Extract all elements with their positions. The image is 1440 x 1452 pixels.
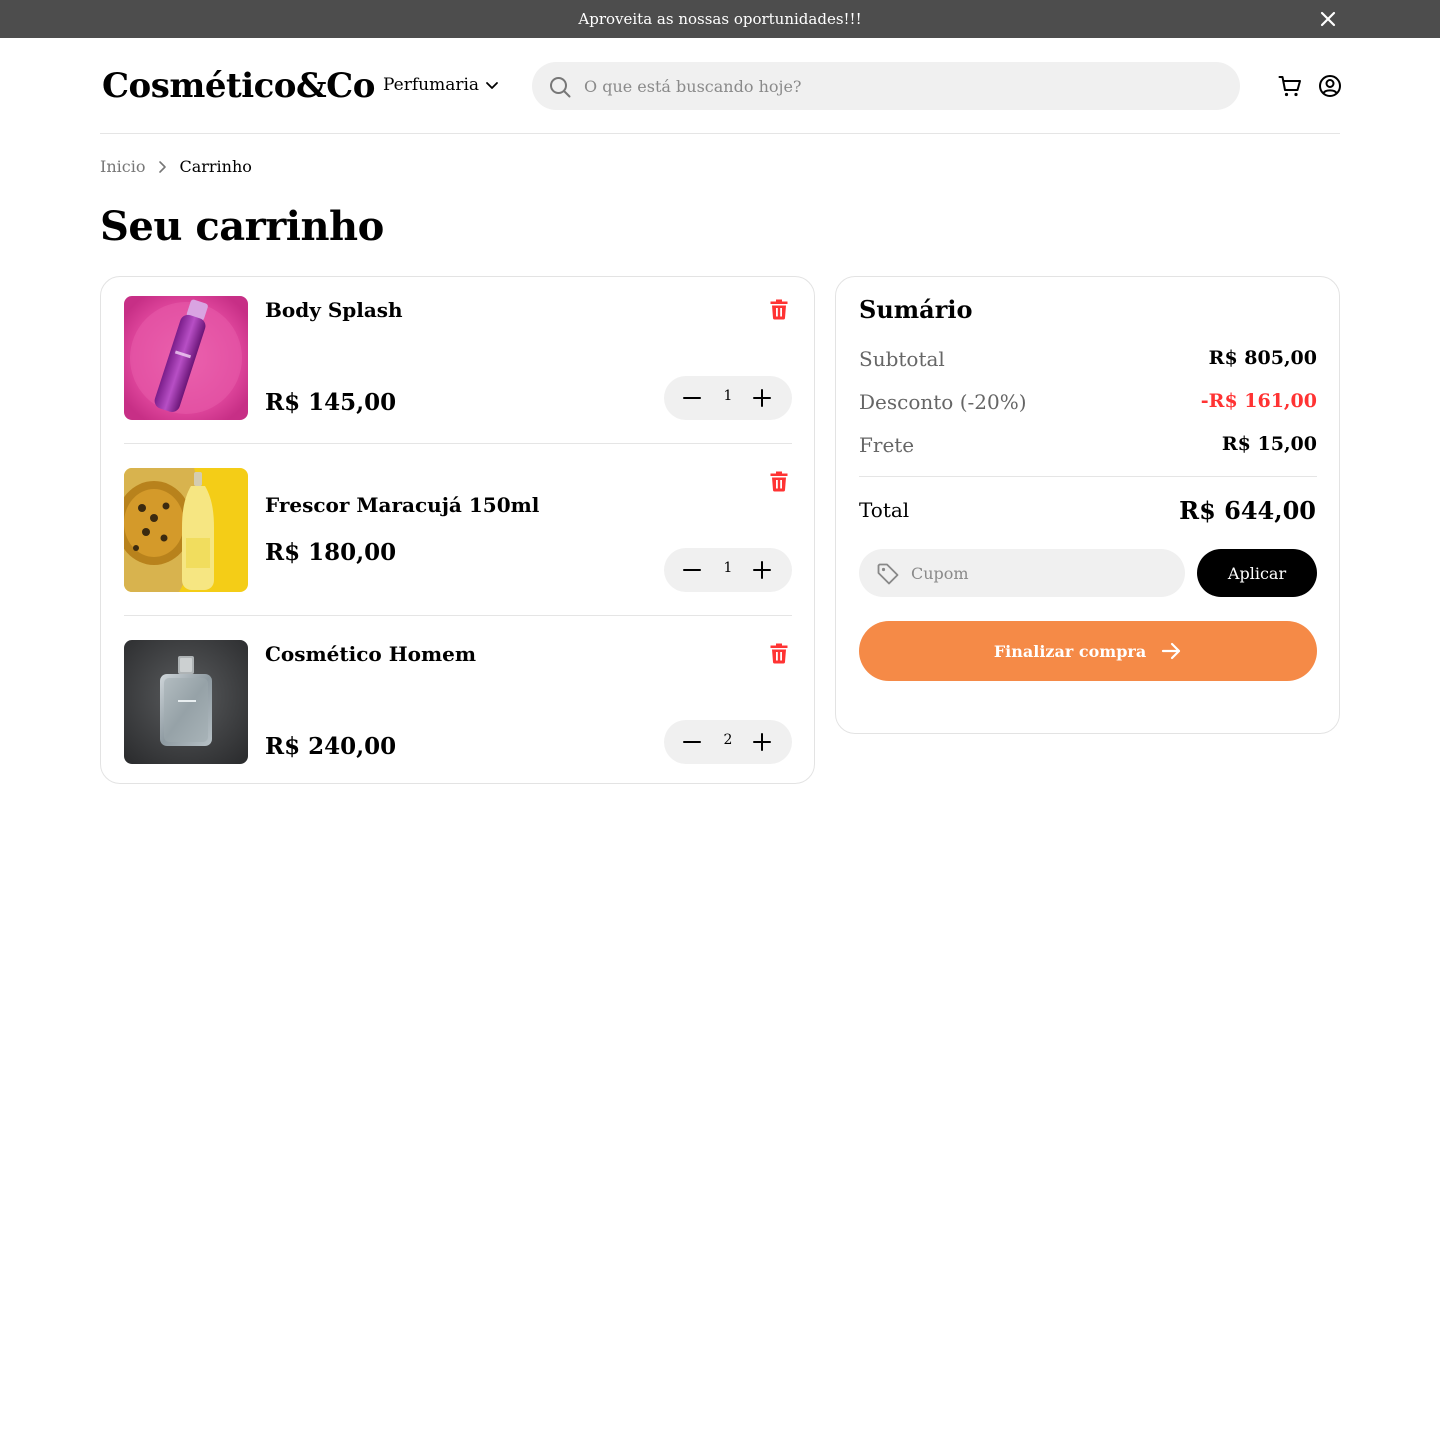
close-icon[interactable] — [1318, 9, 1338, 29]
minus-icon[interactable] — [682, 560, 702, 580]
discount-row: Desconto (-20%) -R$ 161,00 — [859, 390, 1317, 418]
product-price: R$ 180,00 — [265, 539, 397, 566]
page-title: Seu carrinho — [100, 203, 384, 250]
product-image — [124, 640, 248, 764]
quantity-value: 2 — [723, 732, 733, 748]
quantity-stepper: 1 — [664, 376, 792, 420]
nav-perfumaria-dropdown[interactable]: Perfumaria — [383, 75, 499, 95]
checkout-button[interactable]: Finalizar compra — [859, 621, 1317, 681]
shipping-label: Frete — [859, 433, 915, 457]
search-bar — [532, 62, 1240, 110]
subtotal-value: R$ 805,00 — [1208, 347, 1317, 369]
quantity-value: 1 — [723, 560, 733, 576]
cart-item: Cosmético Homem R$ 240,00 2 — [124, 640, 792, 764]
item-divider — [124, 615, 792, 616]
summary-divider — [859, 476, 1317, 477]
arrow-right-icon — [1162, 642, 1181, 660]
breadcrumb-current: Carrinho — [179, 157, 252, 176]
cart-item: Body Splash R$ 145,00 1 — [124, 296, 792, 420]
product-image — [124, 296, 248, 420]
plus-icon[interactable] — [752, 560, 772, 580]
user-account-icon[interactable] — [1318, 74, 1342, 98]
checkout-label: Finalizar compra — [993, 641, 1147, 661]
apply-coupon-button[interactable]: Aplicar — [1197, 549, 1317, 597]
product-image — [124, 468, 248, 592]
site-header: Cosmético&Co Perfumaria — [100, 38, 1342, 134]
tag-icon — [877, 563, 899, 585]
total-label: Total — [859, 498, 910, 522]
minus-icon[interactable] — [682, 732, 702, 752]
cart-items-card: Body Splash R$ 145,00 1 Frescor Maracujá… — [100, 276, 815, 784]
quantity-stepper: 2 — [664, 720, 792, 764]
item-divider — [124, 443, 792, 444]
cart-icon[interactable] — [1278, 74, 1302, 98]
search-input[interactable] — [584, 62, 1224, 110]
order-summary-card: Sumário Subtotal R$ 805,00 Desconto (-20… — [835, 276, 1340, 734]
trash-icon[interactable] — [769, 470, 789, 492]
subtotal-label: Subtotal — [859, 347, 945, 371]
chevron-down-icon — [486, 82, 498, 89]
summary-title: Sumário — [859, 295, 973, 324]
coupon-field — [859, 549, 1185, 597]
product-name[interactable]: Body Splash — [265, 298, 403, 322]
nav-perfumaria-label: Perfumaria — [383, 75, 480, 95]
plus-icon[interactable] — [752, 388, 772, 408]
total-value: R$ 644,00 — [1179, 496, 1316, 525]
breadcrumb: Inicio Carrinho — [100, 157, 252, 176]
discount-label: Desconto (-20%) — [859, 390, 1027, 414]
promo-bar: Aproveita as nossas oportunidades!!! — [0, 0, 1440, 38]
search-icon — [550, 77, 571, 98]
subtotal-row: Subtotal R$ 805,00 — [859, 347, 1317, 375]
chevron-right-icon — [159, 160, 167, 173]
plus-icon[interactable] — [752, 732, 772, 752]
product-name[interactable]: Cosmético Homem — [265, 642, 476, 666]
logo[interactable]: Cosmético&Co — [102, 66, 375, 106]
product-name[interactable]: Frescor Maracujá 150ml — [265, 493, 539, 517]
breadcrumb-home-link[interactable]: Inicio — [100, 157, 145, 176]
minus-icon[interactable] — [682, 388, 702, 408]
promo-text: Aproveita as nossas oportunidades!!! — [578, 10, 862, 28]
product-price: R$ 240,00 — [265, 733, 397, 760]
shipping-row: Frete R$ 15,00 — [859, 433, 1317, 461]
coupon-input[interactable] — [911, 549, 1171, 597]
trash-icon[interactable] — [769, 642, 789, 664]
cart-item: Frescor Maracujá 150ml R$ 180,00 1 — [124, 468, 792, 592]
discount-value: -R$ 161,00 — [1200, 390, 1317, 412]
trash-icon[interactable] — [769, 298, 789, 320]
quantity-stepper: 1 — [664, 548, 792, 592]
shipping-value: R$ 15,00 — [1221, 433, 1317, 455]
product-price: R$ 145,00 — [265, 389, 397, 416]
quantity-value: 1 — [723, 388, 733, 404]
